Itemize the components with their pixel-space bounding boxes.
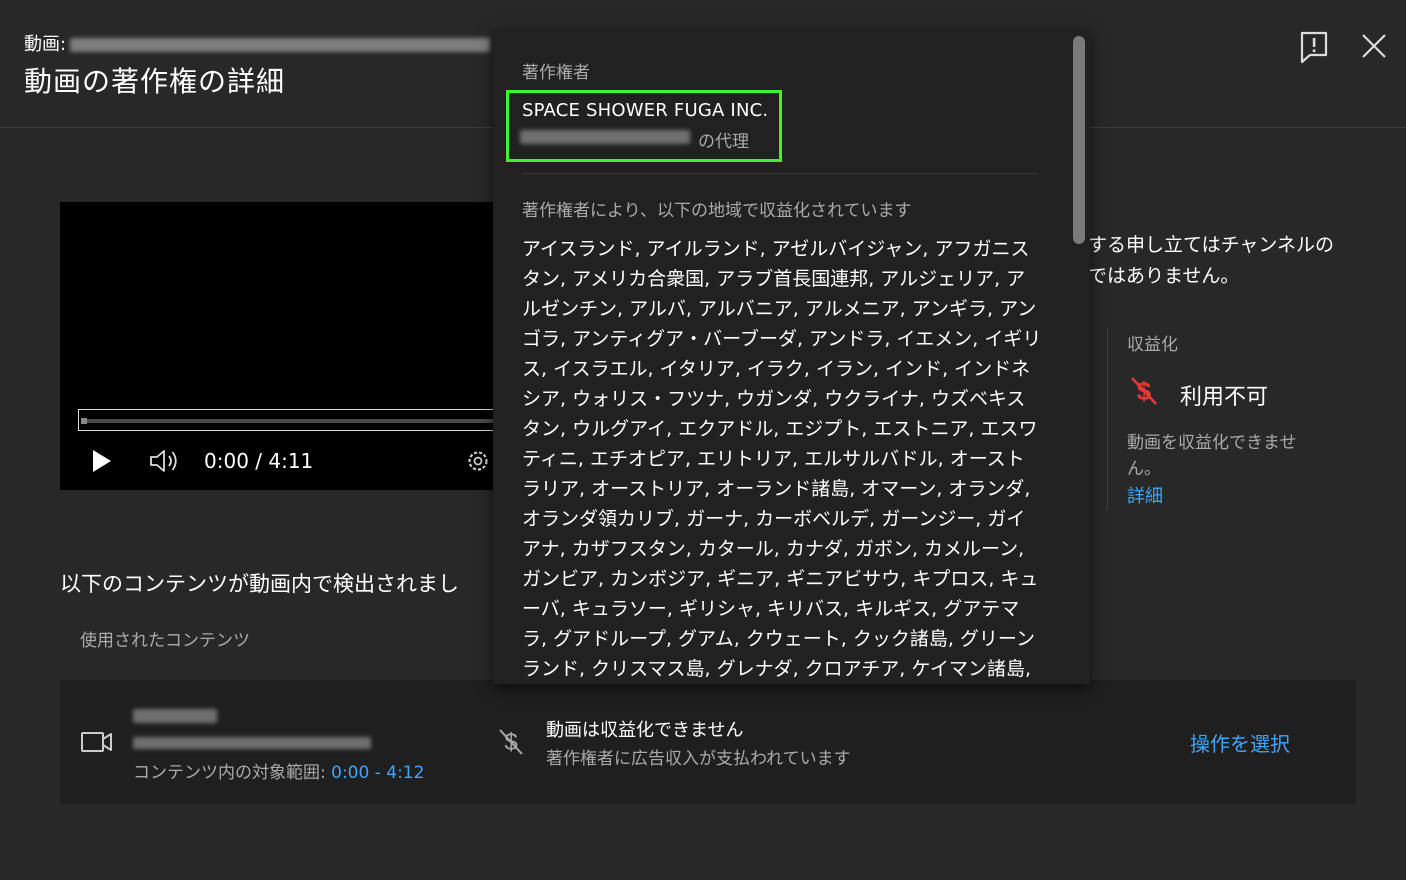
content-title-redacted <box>133 709 217 723</box>
popup-divider <box>522 173 1038 174</box>
owner-agent-redacted <box>520 130 690 144</box>
monetization-off-icon-small: $ <box>496 726 526 758</box>
monetization-description: 動画を収益化できません。 <box>1127 433 1297 479</box>
feedback-icon <box>1300 31 1328 64</box>
owner-label: 著作権者 <box>522 63 590 83</box>
select-action-link[interactable]: 操作を選択 <box>1190 728 1290 757</box>
content-monetization-status: 動画は収益化できません <box>546 720 744 741</box>
progress-bar[interactable] <box>78 409 498 431</box>
video-camera-icon <box>80 730 114 754</box>
regions-list: アイスランド, アイルランド, アゼルバイジャン, アフガニスタン, アメリカ合… <box>522 238 1042 680</box>
content-range-value: 0:00 - 4:12 <box>331 763 425 783</box>
claim-text-line2: ではありません。 <box>1088 265 1240 287</box>
play-button[interactable] <box>90 448 114 474</box>
progress-handle[interactable] <box>81 418 87 424</box>
claim-description: する申し立てはチャンネルの ではありません。 <box>1088 230 1334 292</box>
close-button[interactable] <box>1358 30 1390 62</box>
monetization-off-icon: $ <box>1128 374 1160 408</box>
feedback-button[interactable] <box>1298 30 1330 64</box>
close-icon <box>1362 34 1386 58</box>
claim-text-line1: する申し立てはチャンネルの <box>1088 234 1335 256</box>
content-range-label: コンテンツ内の対象範囲: <box>133 763 332 783</box>
video-player[interactable] <box>60 202 500 490</box>
video-title-redacted <box>70 38 491 52</box>
monetization-divider <box>1107 328 1108 510</box>
monetization-details-link[interactable]: 詳細 <box>1127 482 1163 508</box>
content-range: コンテンツ内の対象範囲: 0:00 - 4:12 <box>133 758 424 783</box>
content-artist-redacted <box>133 737 371 749</box>
monetization-heading: 収益化 <box>1127 335 1178 355</box>
play-icon <box>93 450 111 472</box>
copyright-owner-popup: 著作権者 SPACE SHOWER FUGA INC. の代理 著作権者により、… <box>493 30 1090 684</box>
volume-button[interactable] <box>148 446 182 476</box>
page-title: 動画の著作権の詳細 <box>24 65 286 98</box>
popup-scrollbar[interactable] <box>1073 36 1085 244</box>
monetization-status: 利用不可 <box>1180 385 1269 410</box>
detected-content-heading: 以下のコンテンツが動画内で検出されまし <box>60 572 459 596</box>
owner-name: SPACE SHOWER FUGA INC. <box>522 100 769 121</box>
regions-label: 著作権者により、以下の地域で収益化されています <box>522 201 912 221</box>
settings-button[interactable] <box>464 446 492 476</box>
content-monetization-substatus: 著作権者に広告収入が支払われています <box>546 749 851 769</box>
progress-track <box>81 419 495 423</box>
video-label-text: 動画: <box>24 34 67 55</box>
time-display: 0:00 / 4:11 <box>204 449 314 473</box>
video-label: 動画: <box>24 30 491 56</box>
used-content-label: 使用されたコンテンツ <box>80 631 250 651</box>
owner-agent-suffix: の代理 <box>698 132 749 152</box>
gear-icon <box>468 451 488 471</box>
volume-icon <box>150 450 177 472</box>
